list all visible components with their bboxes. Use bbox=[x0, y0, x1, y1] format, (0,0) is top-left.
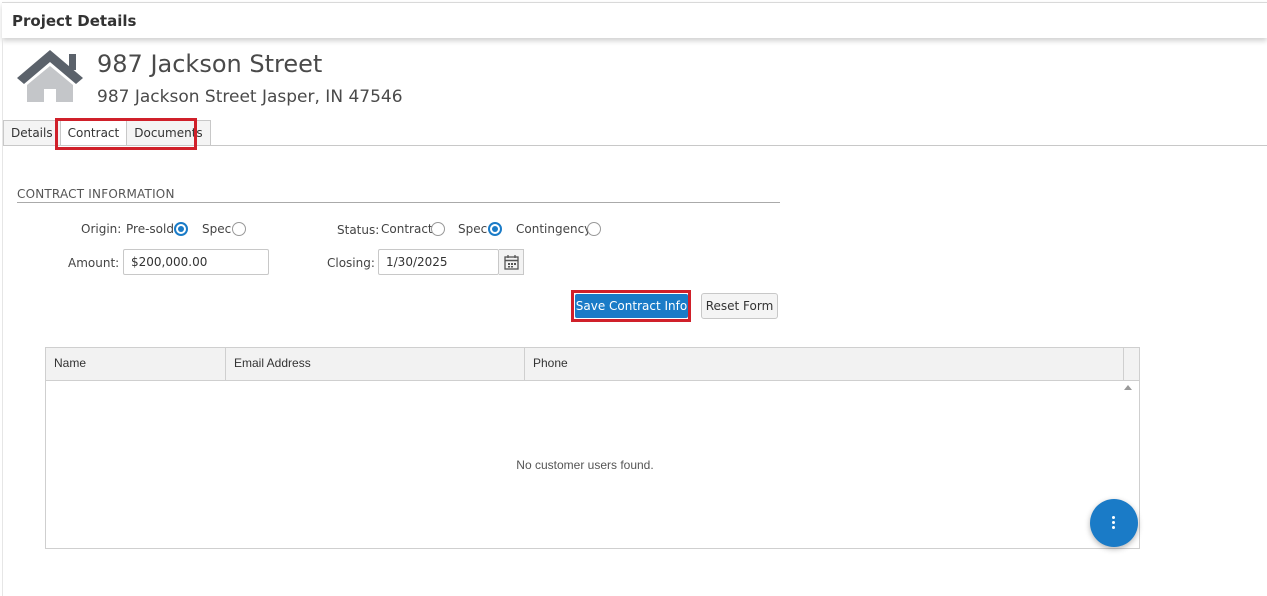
status-contract-label: Contract bbox=[381, 222, 433, 236]
calendar-icon bbox=[504, 255, 519, 270]
status-spec-label: Spec bbox=[458, 222, 488, 236]
column-header-email[interactable]: Email Address bbox=[226, 348, 525, 381]
save-contract-button[interactable]: Save Contract Info bbox=[575, 294, 688, 318]
page-header: Project Details bbox=[2, 2, 1267, 38]
status-contingency-radio[interactable] bbox=[587, 222, 601, 236]
origin-presold-radio[interactable] bbox=[174, 222, 188, 236]
tab-documents[interactable]: Documents bbox=[126, 120, 211, 146]
section-divider bbox=[17, 202, 780, 203]
origin-label: Origin: bbox=[81, 222, 122, 236]
tab-contract[interactable]: Contract bbox=[59, 120, 128, 146]
grid-header: Name Email Address Phone bbox=[46, 348, 1139, 381]
property-address: 987 Jackson Street Jasper, IN 47546 bbox=[97, 87, 403, 107]
property-name: 987 Jackson Street bbox=[97, 50, 323, 78]
house-icon bbox=[17, 50, 83, 102]
origin-presold-label: Pre-sold bbox=[126, 222, 174, 236]
reset-form-button[interactable]: Reset Form bbox=[701, 293, 778, 319]
status-contract-radio[interactable] bbox=[431, 222, 445, 236]
amount-label: Amount: bbox=[68, 256, 120, 270]
origin-spec-radio[interactable] bbox=[232, 222, 246, 236]
closing-label: Closing: bbox=[327, 256, 375, 270]
column-header-name[interactable]: Name bbox=[46, 348, 226, 381]
column-header-phone[interactable]: Phone bbox=[525, 348, 1124, 381]
scroll-up-arrow-icon[interactable] bbox=[1124, 385, 1132, 390]
page-title: Project Details bbox=[12, 12, 137, 30]
more-actions-button[interactable] bbox=[1090, 499, 1138, 547]
origin-spec-label: Spec bbox=[202, 222, 232, 236]
grid-empty-message: No customer users found. bbox=[516, 458, 654, 472]
tab-bar: Details Contract Documents bbox=[3, 120, 211, 146]
calendar-button[interactable] bbox=[499, 249, 524, 275]
tab-divider bbox=[3, 145, 1267, 146]
amount-input[interactable]: $200,000.00 bbox=[123, 249, 269, 275]
status-label: Status: bbox=[337, 223, 380, 237]
closing-date-input[interactable]: 1/30/2025 bbox=[378, 249, 499, 275]
status-contingency-label: Contingency bbox=[516, 222, 592, 236]
customer-users-grid: Name Email Address Phone No customer use… bbox=[45, 347, 1140, 549]
tab-details[interactable]: Details bbox=[3, 120, 61, 146]
status-spec-radio[interactable] bbox=[488, 222, 502, 236]
section-title: CONTRACT INFORMATION bbox=[17, 187, 175, 201]
